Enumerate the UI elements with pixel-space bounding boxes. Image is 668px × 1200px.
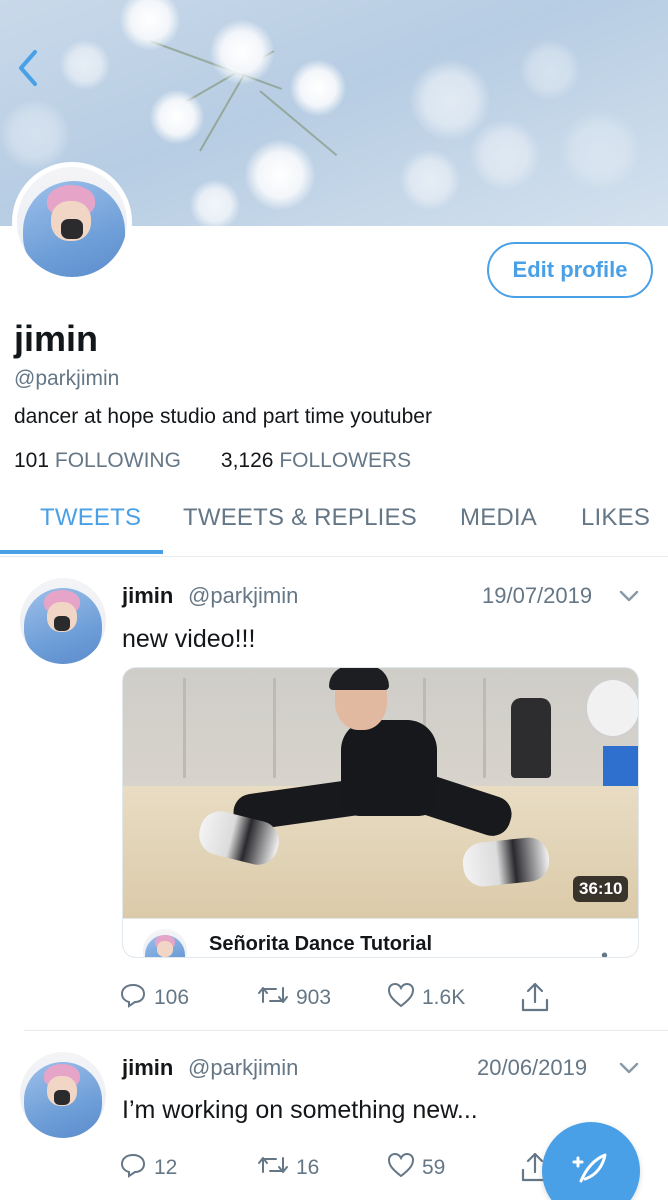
heart-icon <box>386 980 416 1016</box>
compose-tweet-icon <box>569 1147 613 1196</box>
tabs-divider <box>0 556 668 557</box>
tab-tweets[interactable]: TWEETS <box>40 504 141 532</box>
reply-count: 12 <box>154 1156 178 1179</box>
tweet-actions: 12 16 59 <box>118 1150 598 1184</box>
tweet-author-name[interactable]: jimin <box>122 583 173 609</box>
followers-stat[interactable]: 3,126 FOLLOWERS <box>221 449 411 473</box>
followers-label: FOLLOWERS <box>279 449 412 472</box>
tweet-date: 19/07/2019 <box>482 583 593 608</box>
tab-tweets-replies[interactable]: TWEETS & REPLIES <box>183 504 417 532</box>
share-button[interactable] <box>518 980 552 1020</box>
following-label: FOLLOWING <box>54 449 181 472</box>
more-options-icon[interactable]: • <box>601 945 608 957</box>
back-button[interactable] <box>8 48 48 92</box>
reply-button[interactable]: 106 <box>118 980 189 1016</box>
video-card[interactable]: Señorita Dance Tutorial • <box>123 918 638 957</box>
tab-likes[interactable]: LIKES <box>581 504 650 532</box>
reply-button[interactable]: 12 <box>118 1150 177 1186</box>
tweet-date: 20/06/2019 <box>477 1055 588 1080</box>
profile-name: jimin <box>14 318 99 359</box>
retweet-icon <box>256 980 290 1016</box>
like-count: 59 <box>422 1156 446 1179</box>
chevron-left-icon <box>15 48 41 93</box>
active-tab-indicator <box>0 550 163 554</box>
retweet-button[interactable]: 903 <box>256 980 331 1016</box>
tweet-divider <box>24 1030 668 1031</box>
tweet-author-name[interactable]: jimin <box>122 1055 173 1081</box>
like-button[interactable]: 1.6K <box>386 980 465 1016</box>
following-count: 101 <box>14 449 50 472</box>
retweet-icon <box>256 1150 290 1186</box>
video-card-avatar <box>143 929 187 957</box>
profile-bio: dancer at hope studio and part time yout… <box>14 405 432 428</box>
following-stat[interactable]: 101 FOLLOWING <box>14 449 181 473</box>
video-duration: 36:10 <box>573 876 629 902</box>
tweet-author-handle: @parkjimin <box>188 1055 299 1080</box>
tweet-actions: 106 903 1.6K <box>118 980 598 1014</box>
retweet-count: 903 <box>296 986 332 1009</box>
tweet-author-handle: @parkjimin <box>188 583 299 608</box>
followers-count: 3,126 <box>220 449 274 472</box>
profile-avatar[interactable] <box>12 162 132 282</box>
profile-handle: @parkjimin <box>14 367 120 390</box>
video-card-title: Señorita Dance Tutorial <box>209 933 433 955</box>
heart-icon <box>386 1150 416 1186</box>
profile-tabs: TWEETS TWEETS & REPLIES MEDIA LIKES <box>0 498 668 556</box>
tweet-avatar[interactable] <box>20 578 106 664</box>
chevron-down-icon[interactable] <box>618 1057 640 1084</box>
share-icon <box>518 980 552 1020</box>
tab-media[interactable]: MEDIA <box>460 504 537 532</box>
retweet-button[interactable]: 16 <box>256 1150 319 1186</box>
like-button[interactable]: 59 <box>386 1150 445 1186</box>
profile-stats: 101 FOLLOWING 3,126 FOLLOWERS <box>14 449 411 473</box>
tweet-media-video[interactable]: 36:10 Señorita Dance Tutorial • <box>122 667 639 958</box>
edit-profile-button[interactable]: Edit profile <box>487 242 653 298</box>
tweet-text: I’m working on something new... <box>122 1096 478 1124</box>
reply-count: 106 <box>154 986 190 1009</box>
retweet-count: 16 <box>296 1156 320 1179</box>
reply-icon <box>118 1150 148 1186</box>
like-count: 1.6K <box>422 986 466 1009</box>
compose-tweet-button[interactable] <box>542 1122 640 1200</box>
tweet-text: new video!!! <box>122 625 256 653</box>
tweet-avatar[interactable] <box>20 1052 106 1138</box>
reply-icon <box>118 980 148 1016</box>
chevron-down-icon[interactable] <box>618 585 640 612</box>
